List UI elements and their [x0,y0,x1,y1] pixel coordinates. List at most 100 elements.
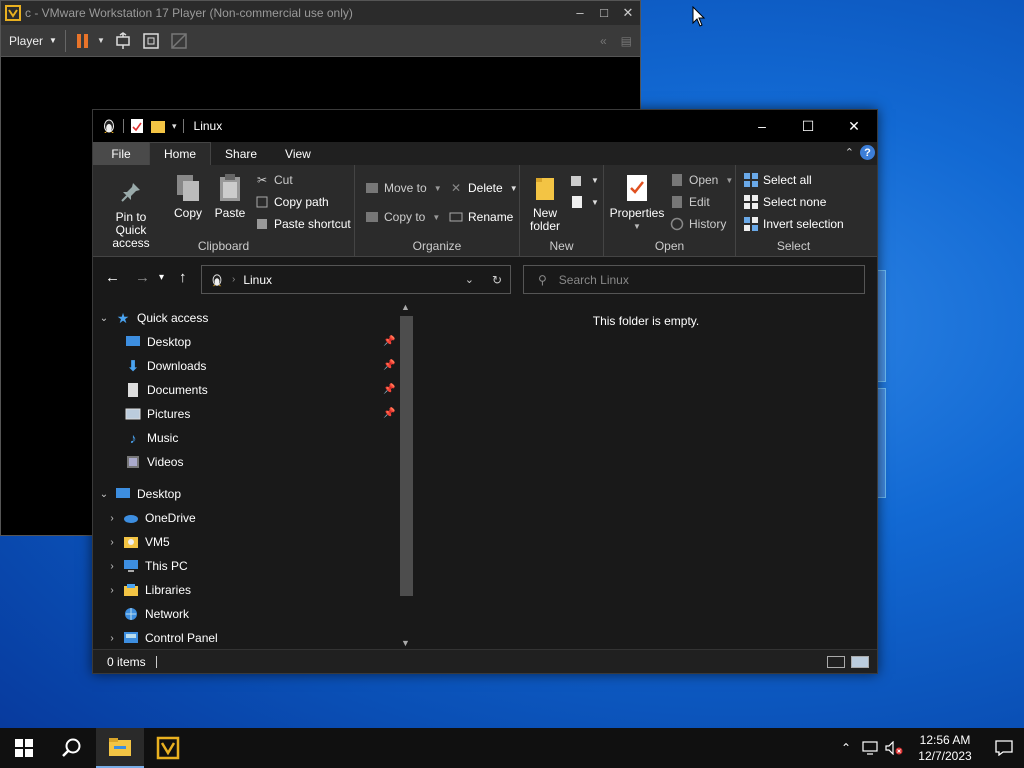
search-button[interactable] [48,728,96,768]
tree-item-pictures[interactable]: Pictures [121,402,190,426]
tab-home[interactable]: Home [149,142,212,165]
chevron-right-icon[interactable]: › [105,561,119,572]
tree-item-videos[interactable]: Videos [121,450,183,474]
chevron-right-icon[interactable]: › [105,633,119,644]
tree-item-network[interactable]: Network [105,602,189,626]
notifications-button[interactable] [984,740,1024,756]
control-panel-icon [123,630,139,646]
separator [182,119,184,133]
tree-item-downloads[interactable]: ⬇ Downloads [121,354,207,378]
tree-item-onedrive[interactable]: › OneDrive [105,506,195,530]
tree-item-desktop-root[interactable]: ⌄ Desktop [97,482,181,506]
minimize-icon[interactable]: – [568,5,592,21]
close-icon[interactable]: ✕ [831,110,877,142]
network-icon[interactable] [858,741,882,755]
fullscreen-icon[interactable] [140,30,162,52]
copy-button[interactable]: Copy [171,173,205,220]
chevron-right-icon[interactable]: › [105,585,119,596]
player-menu-button[interactable]: Player ▼ [1,29,66,52]
copy-path-button[interactable]: Copy path [255,195,329,209]
tab-share[interactable]: Share [211,142,271,165]
large-icons-view-icon[interactable] [851,655,869,668]
address-bar[interactable]: › Linux ⌄ ↻ [201,265,511,294]
desktop-icon [115,486,131,502]
chevron-right-icon[interactable]: › [105,537,119,548]
easy-access-button[interactable]: ▼ [570,195,599,209]
desktop-icon [125,334,141,350]
scrollbar-thumb[interactable] [400,316,413,596]
back-arrow-icon[interactable]: ← [105,269,120,286]
copy-to-button[interactable]: Copy to ▼ [365,210,440,224]
tree-item-control-panel[interactable]: › Control Panel [105,626,217,650]
delete-button[interactable]: ✕ Delete ▼ [449,181,518,195]
chevron-down-icon[interactable]: ⌄ [465,273,474,287]
clock[interactable]: 12:56 AM 12/7/2023 [906,732,984,764]
chevron-up-icon[interactable]: ⌃ [845,146,854,159]
close-icon[interactable]: ✕ [616,5,640,21]
maximize-icon[interactable]: ☐ [785,110,831,142]
tree-item-desktop[interactable]: Desktop [121,330,191,354]
properties-qat-icon[interactable] [130,118,144,134]
tree-item-music[interactable]: ♪ Music [121,426,179,450]
tree-item-label: Libraries [145,583,192,597]
pause-icon[interactable] [72,30,94,52]
up-arrow-icon[interactable]: ↑ [179,269,187,286]
volume-muted-icon[interactable] [882,741,906,755]
paste-shortcut-button[interactable]: Paste shortcut [255,217,351,231]
select-none-button[interactable]: Select none [744,195,826,209]
start-button[interactable] [0,728,48,768]
search-box[interactable]: ⚲ Search Linux [523,265,865,294]
chevron-up-icon[interactable]: ⌃ [834,741,858,755]
properties-button[interactable]: Properties ▼ [608,173,666,233]
cut-button[interactable]: ✂ Cut [255,173,293,187]
select-all-button[interactable]: Select all [744,173,812,187]
file-list-area[interactable]: This folder is empty. [415,300,877,650]
tree-item-documents[interactable]: Documents [121,378,208,402]
videos-icon [125,454,141,470]
notification-icon [995,740,1013,756]
chevron-right-icon[interactable]: › [105,513,119,524]
rename-button[interactable]: Rename [449,210,513,224]
tree-item-vm5[interactable]: › VM5 [105,530,169,554]
new-folder-button[interactable]: New folder [526,173,564,233]
paste-button[interactable]: Paste [211,173,249,220]
taskbar-vmware-player[interactable] [144,728,192,768]
help-icon[interactable]: ? [860,145,875,160]
open-button[interactable]: Open ▼ [670,173,733,187]
library-icon[interactable]: ▤ [621,34,632,48]
tab-file[interactable]: File [93,142,149,165]
tree-item-this-pc[interactable]: › This PC [105,554,187,578]
forward-arrow-icon[interactable]: → [135,269,150,286]
details-view-icon[interactable] [827,655,845,668]
maximize-icon[interactable]: □ [592,5,616,21]
new-folder-qat-icon[interactable] [150,118,166,134]
chevron-down-icon[interactable]: ▼ [96,30,106,52]
refresh-icon[interactable]: ↻ [492,273,502,287]
move-to-label: Move to [384,181,427,195]
edit-button[interactable]: Edit [670,195,710,209]
explorer-title-bar[interactable]: ▾ Linux – ☐ ✕ [93,110,877,142]
scroll-down-icon[interactable]: ▼ [401,638,410,648]
chevron-down-icon[interactable]: ▾ [172,121,177,132]
chevron-down-icon[interactable]: ⌄ [97,489,111,500]
recent-locations-icon[interactable]: ▾ [159,272,164,283]
tree-item-libraries[interactable]: › Libraries [105,578,191,602]
collapse-icon[interactable]: « [600,34,607,48]
new-item-button[interactable]: ▼ [570,173,599,187]
unity-icon[interactable] [168,30,190,52]
taskbar-file-explorer[interactable] [96,728,144,768]
navigation-pane-scrollbar[interactable]: ▲ ▼ [398,300,415,650]
minimize-icon[interactable]: – [739,110,785,142]
copy-to-icon [365,210,379,224]
history-button[interactable]: History [670,217,726,231]
send-keys-icon[interactable] [112,30,134,52]
breadcrumb-linux[interactable]: Linux [243,273,272,287]
move-to-button[interactable]: Move to ▼ [365,181,442,195]
invert-selection-button[interactable]: Invert selection [744,217,844,231]
tab-view[interactable]: View [271,142,325,165]
tree-item-quick-access[interactable]: ⌄ ★ Quick access [97,306,209,330]
vmware-title-bar[interactable]: c - VMware Workstation 17 Player (Non-co… [1,1,640,25]
chevron-down-icon[interactable]: ⌄ [97,313,111,324]
copy-to-label: Copy to [384,210,426,224]
scroll-up-icon[interactable]: ▲ [401,302,410,312]
